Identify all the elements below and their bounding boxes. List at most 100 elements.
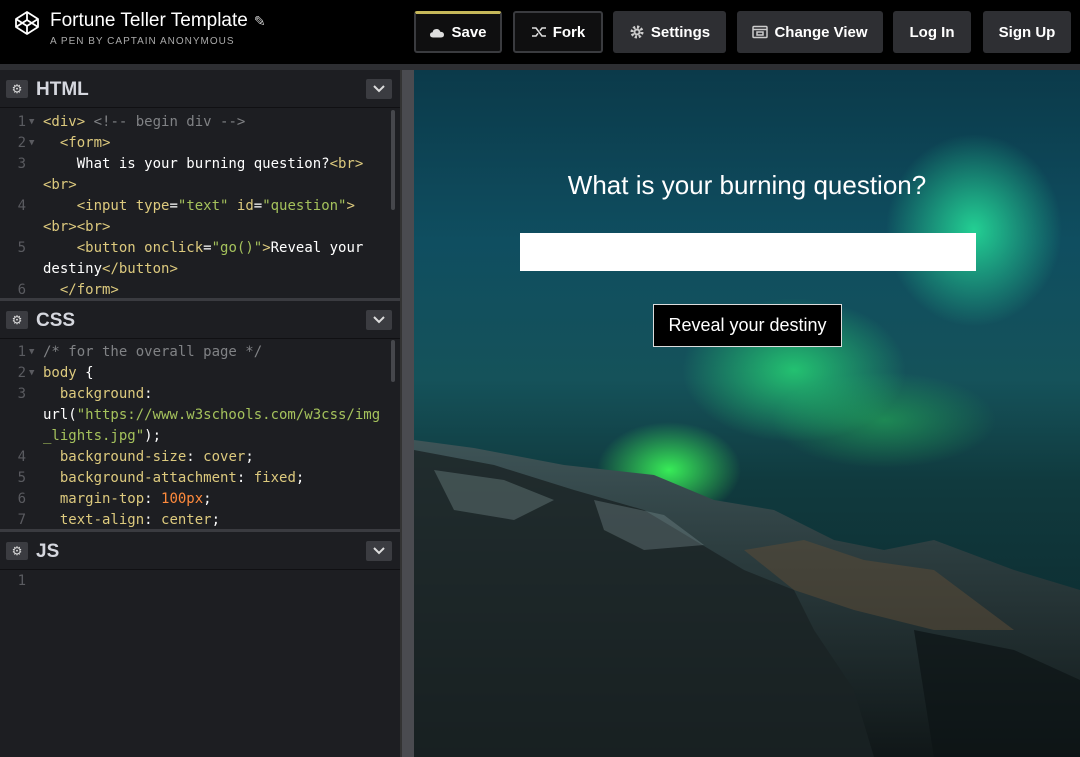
- code-token: destiny: [43, 261, 103, 277]
- js-settings-gear-icon[interactable]: ⚙: [6, 542, 28, 560]
- code-token: url(: [43, 407, 77, 423]
- editor-preview-resizer[interactable]: [400, 70, 414, 757]
- codepen-logo-icon[interactable]: [14, 10, 40, 36]
- line-number: 4: [17, 449, 26, 465]
- reveal-destiny-button[interactable]: Reveal your destiny: [653, 304, 842, 347]
- line-number: 2: [17, 135, 26, 151]
- html-settings-gear-icon[interactable]: ⚙: [6, 80, 28, 98]
- code-token: text-align: [59, 512, 145, 528]
- code-line: url("https://www.w3schools.com/w3css/img: [0, 405, 400, 426]
- code-line: 6 margin-top: 100px;: [0, 489, 400, 510]
- css-editor-scrollbar[interactable]: [391, 340, 395, 382]
- code-token: :: [236, 470, 254, 486]
- code-token: "text": [177, 198, 229, 214]
- fold-arrow-icon[interactable]: ▼: [29, 342, 34, 363]
- html-code-editor[interactable]: 1 ▼ <div> <!-- begin div --> 2 ▼ <form> 3 Wha…: [0, 112, 400, 298]
- code-token: :: [144, 386, 153, 402]
- fork-icon: [531, 27, 546, 37]
- code-token: <br><br>: [43, 219, 111, 235]
- code-token: background-attachment: [59, 470, 237, 486]
- preview-heading: What is your burning question?: [567, 170, 927, 200]
- code-token: "question": [262, 198, 347, 214]
- code-token: _lights.jpg": [43, 428, 145, 444]
- top-header: Fortune Teller Template ✎ A PEN BY CAPTAI…: [0, 0, 1080, 64]
- code-token: :: [144, 491, 162, 507]
- code-token: :: [186, 449, 204, 465]
- save-button[interactable]: Save: [414, 11, 502, 53]
- settings-button[interactable]: Settings: [613, 11, 726, 53]
- code-token: ;: [245, 449, 254, 465]
- line-number: 5: [17, 240, 26, 256]
- line-number: 6: [17, 282, 26, 298]
- code-line: 7 text-align: center;: [0, 510, 400, 528]
- code-token: );: [144, 428, 162, 444]
- js-panel-title: JS: [36, 541, 60, 562]
- change-view-label: Change View: [774, 23, 868, 41]
- code-token: =: [169, 198, 178, 214]
- login-label: Log In: [909, 23, 955, 41]
- code-line: 3 background:: [0, 384, 400, 405]
- fold-arrow-icon[interactable]: ▼: [29, 133, 34, 154]
- settings-label: Settings: [650, 23, 711, 41]
- css-code-editor[interactable]: 1 ▼ /* for the overall page */ 2 ▼ body {3 ba…: [0, 342, 400, 528]
- css-settings-gear-icon[interactable]: ⚙: [6, 311, 28, 329]
- css-panel-chevron-down-icon[interactable]: [366, 310, 392, 330]
- code-token: What is your burning question?: [43, 156, 330, 172]
- signup-button[interactable]: Sign Up: [983, 11, 1071, 53]
- code-token: =: [253, 198, 263, 214]
- code-line: 5 background-attachment: fixed;: [0, 468, 400, 489]
- html-panel-header: ⚙ HTML: [0, 70, 400, 108]
- code-token: <button: [76, 240, 145, 256]
- change-view-icon: [752, 25, 769, 39]
- html-panel-chevron-down-icon[interactable]: [366, 79, 392, 99]
- code-line: 3 What is your burning question?<br>: [0, 154, 400, 175]
- fold-arrow-icon[interactable]: ▼: [29, 112, 34, 133]
- pen-author: A PEN BY CAPTAIN ANONYMOUS: [50, 36, 235, 47]
- code-token: ;: [203, 491, 212, 507]
- pencil-icon[interactable]: ✎: [254, 13, 266, 29]
- question-input[interactable]: [520, 233, 976, 271]
- code-token: <div>: [43, 114, 86, 130]
- line-number: 1: [17, 573, 26, 589]
- change-view-button[interactable]: Change View: [737, 11, 883, 53]
- js-panel-chevron-down-icon[interactable]: [366, 541, 392, 561]
- code-token: /* for the overall page */: [43, 344, 263, 360]
- line-number: 7: [17, 512, 26, 528]
- login-button[interactable]: Log In: [893, 11, 971, 53]
- css-panel-header: ⚙ CSS: [0, 301, 400, 339]
- pen-title[interactable]: Fortune Teller Template ✎: [50, 10, 266, 32]
- js-code-editor[interactable]: 1: [0, 571, 400, 757]
- html-editor-scrollbar[interactable]: [391, 110, 395, 210]
- code-token: ;: [295, 470, 305, 486]
- code-token: :: [144, 512, 162, 528]
- js-panel-header: ⚙ JS: [0, 532, 400, 570]
- line-number: 1: [17, 344, 26, 360]
- code-token: cover: [203, 449, 246, 465]
- code-token: "https://www.w3schools.com/w3css/img: [76, 407, 381, 423]
- preview-pane: What is your burning question? Reveal yo…: [414, 70, 1080, 757]
- code-line: 1 ▼ <div> <!-- begin div -->: [0, 112, 400, 133]
- code-line: destiny</button>: [0, 259, 400, 280]
- code-line: <br>: [0, 175, 400, 196]
- line-number: 3: [17, 156, 26, 172]
- code-line: 2 ▼ body {: [0, 363, 400, 384]
- code-token: background: [59, 386, 145, 402]
- fold-arrow-icon[interactable]: ▼: [29, 363, 34, 384]
- code-line: 2 ▼ <form>: [0, 133, 400, 154]
- code-token: type: [135, 198, 170, 214]
- code-token: <br>: [329, 156, 364, 172]
- code-token: "go()": [211, 240, 263, 256]
- code-token: =: [203, 240, 212, 256]
- code-token: 100px: [161, 491, 204, 507]
- fork-button[interactable]: Fork: [513, 11, 603, 53]
- pen-title-text: Fortune Teller Template: [50, 10, 248, 31]
- line-number: 2: [17, 365, 26, 381]
- code-token: ;: [211, 512, 221, 528]
- code-line: <br><br>: [0, 217, 400, 238]
- code-token: <input: [76, 198, 136, 214]
